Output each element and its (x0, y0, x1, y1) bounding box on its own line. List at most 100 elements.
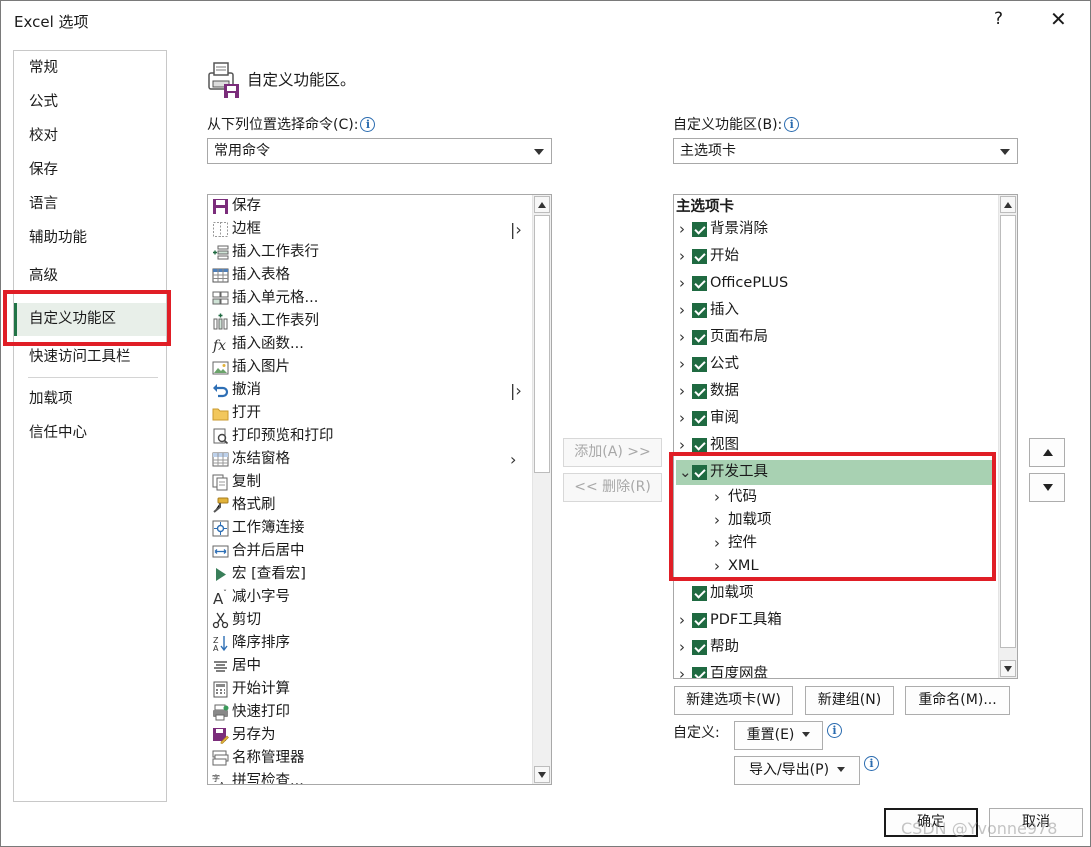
chevron-right-icon[interactable]: › (679, 271, 685, 296)
ribbon-tab-label: 公式 (710, 356, 739, 372)
annotation-highlight-nav (3, 290, 171, 346)
nav-item-save[interactable]: 保存 (14, 155, 166, 185)
svg-text:A: A (219, 781, 225, 785)
nav-item-quick-access-toolbar[interactable]: 快速访问工具栏 (14, 342, 166, 372)
customize-ribbon-label: 自定义功能区(B): i (673, 114, 800, 134)
chevron-right-icon[interactable]: › (679, 217, 685, 242)
customize-label: 自定义: (673, 725, 720, 741)
chevron-right-icon[interactable]: › (679, 662, 685, 678)
tab-checkbox[interactable] (692, 384, 707, 399)
nav-item-proofing[interactable]: 校对 (14, 121, 166, 151)
decrease-font-icon: Aˇ (213, 589, 227, 606)
chevron-right-icon[interactable]: › (679, 608, 685, 633)
chevron-right-icon[interactable]: › (679, 298, 685, 323)
chevron-right-icon[interactable]: › (679, 379, 685, 404)
command-label: 格式刷 (232, 497, 276, 513)
ribbon-tabs-dropdown[interactable]: 主选项卡 (673, 138, 1018, 164)
tab-checkbox[interactable] (692, 586, 707, 601)
scroll-down-button[interactable] (1000, 660, 1016, 677)
ribbon-tab-label: PDF工具箱 (710, 612, 782, 628)
command-label: 保存 (232, 198, 261, 214)
chevron-right-icon[interactable]: › (679, 244, 685, 269)
ribbon-tab-label: 开始 (710, 248, 739, 264)
ribbon-tab-item[interactable]: › 百度网盘 (676, 662, 976, 678)
info-icon: i (827, 723, 842, 738)
chevron-right-icon[interactable]: › (679, 325, 685, 350)
tab-checkbox[interactable] (692, 330, 707, 345)
ribbon-tab-item[interactable]: › 开始 (676, 244, 976, 269)
tab-checkbox[interactable] (692, 222, 707, 237)
ribbon-tree[interactable]: 主选项卡 › 背景消除 › 开始 › OfficePLUS › 插入 › 页面布局 › 公式 › 数据 › 审… (673, 194, 1018, 679)
chevron-down-icon (1000, 149, 1010, 155)
command-label: 宏 [查看宏] (232, 566, 306, 582)
tab-checkbox[interactable] (692, 411, 707, 426)
tab-checkbox[interactable] (692, 640, 707, 655)
nav-item-accessibility[interactable]: 辅助功能 (14, 223, 166, 253)
ribbon-tab-item[interactable]: › OfficePLUS (676, 271, 976, 296)
ribbon-tab-item[interactable]: › 帮助 (676, 635, 976, 660)
tab-checkbox[interactable] (692, 438, 707, 453)
ribbon-tab-item[interactable]: › 公式 (676, 352, 976, 377)
window-title: Excel 选项 (14, 13, 89, 31)
customize-ribbon-icon (208, 62, 239, 98)
reset-button[interactable]: 重置(E) (734, 721, 823, 750)
new-tab-button[interactable]: 新建选项卡(W) (674, 686, 793, 715)
nav-item-formulas[interactable]: 公式 (14, 87, 166, 117)
ribbon-tab-label: 页面布局 (710, 329, 768, 345)
help-icon[interactable]: ? (994, 9, 1003, 29)
command-label: 打开 (232, 405, 261, 421)
nav-item-advanced[interactable]: 高级 (14, 261, 166, 291)
command-label: 冻结窗格 (232, 451, 290, 467)
ribbon-tab-item[interactable]: 加载项 (676, 581, 976, 606)
ribbon-tab-item[interactable]: › 插入 (676, 298, 976, 323)
nav-item-add-ins[interactable]: 加载项 (14, 384, 166, 414)
rename-button[interactable]: 重命名(M)... (905, 686, 1010, 715)
scroll-thumb[interactable] (534, 215, 550, 473)
ribbon-tab-item[interactable]: › 审阅 (676, 406, 976, 431)
tab-checkbox[interactable] (692, 357, 707, 372)
align-center-icon (214, 661, 227, 672)
nav-item-trust-center[interactable]: 信任中心 (14, 418, 166, 448)
tab-checkbox[interactable] (692, 303, 707, 318)
nav-item-general[interactable]: 常规 (14, 53, 166, 83)
choose-commands-dropdown[interactable]: 常用命令 (207, 138, 552, 164)
info-icon: i (864, 756, 879, 771)
chevron-right-icon[interactable]: › (679, 406, 685, 431)
ribbon-scrollbar[interactable] (998, 195, 1017, 678)
new-group-button[interactable]: 新建组(N) (805, 686, 894, 715)
table-icon (212, 268, 229, 283)
move-up-button[interactable] (1029, 438, 1065, 467)
ribbon-tab-item[interactable]: › PDF工具箱 (676, 608, 976, 633)
submenu-arrow-icon: |› (510, 220, 522, 239)
command-label: 另存为 (232, 727, 276, 743)
scroll-thumb[interactable] (1000, 215, 1016, 648)
remove-button[interactable]: << 删除(R) (563, 473, 662, 502)
ribbon-tab-item[interactable]: › 背景消除 (676, 217, 976, 242)
close-icon[interactable]: ✕ (1050, 7, 1067, 31)
scroll-down-button[interactable] (534, 766, 550, 783)
import-export-button[interactable]: 导入/导出(P) (734, 756, 860, 785)
command-label: 拼写检查... (232, 773, 304, 785)
add-button[interactable]: 添加(A) >> (563, 438, 662, 467)
tab-checkbox[interactable] (692, 276, 707, 291)
scroll-up-button[interactable] (534, 196, 550, 213)
move-down-button[interactable] (1029, 473, 1065, 502)
scroll-up-button[interactable] (1000, 196, 1016, 213)
choose-commands-label: 从下列位置选择命令(C): i (207, 114, 376, 134)
submenu-arrow-icon: › (510, 450, 517, 469)
command-label: 插入工作表行 (232, 244, 319, 260)
ribbon-tab-item[interactable]: › 数据 (676, 379, 976, 404)
command-label: 工作簿连接 (232, 520, 305, 536)
chevron-right-icon[interactable]: › (679, 635, 685, 660)
tab-checkbox[interactable] (692, 667, 707, 678)
ribbon-tab-label: 背景消除 (710, 221, 768, 237)
commands-list[interactable]: 保存 边框 |› 插入工作表行 插入表格 插入单元格... 插入工作表列 fx 插入函数... 插… (207, 194, 552, 785)
ribbon-tab-item[interactable]: › 页面布局 (676, 325, 976, 350)
command-label: 居中 (232, 658, 261, 674)
commands-scrollbar[interactable] (532, 195, 551, 784)
workbook-link-icon (212, 520, 229, 537)
chevron-right-icon[interactable]: › (679, 352, 685, 377)
tab-checkbox[interactable] (692, 613, 707, 628)
nav-item-language[interactable]: 语言 (14, 189, 166, 219)
tab-checkbox[interactable] (692, 249, 707, 264)
